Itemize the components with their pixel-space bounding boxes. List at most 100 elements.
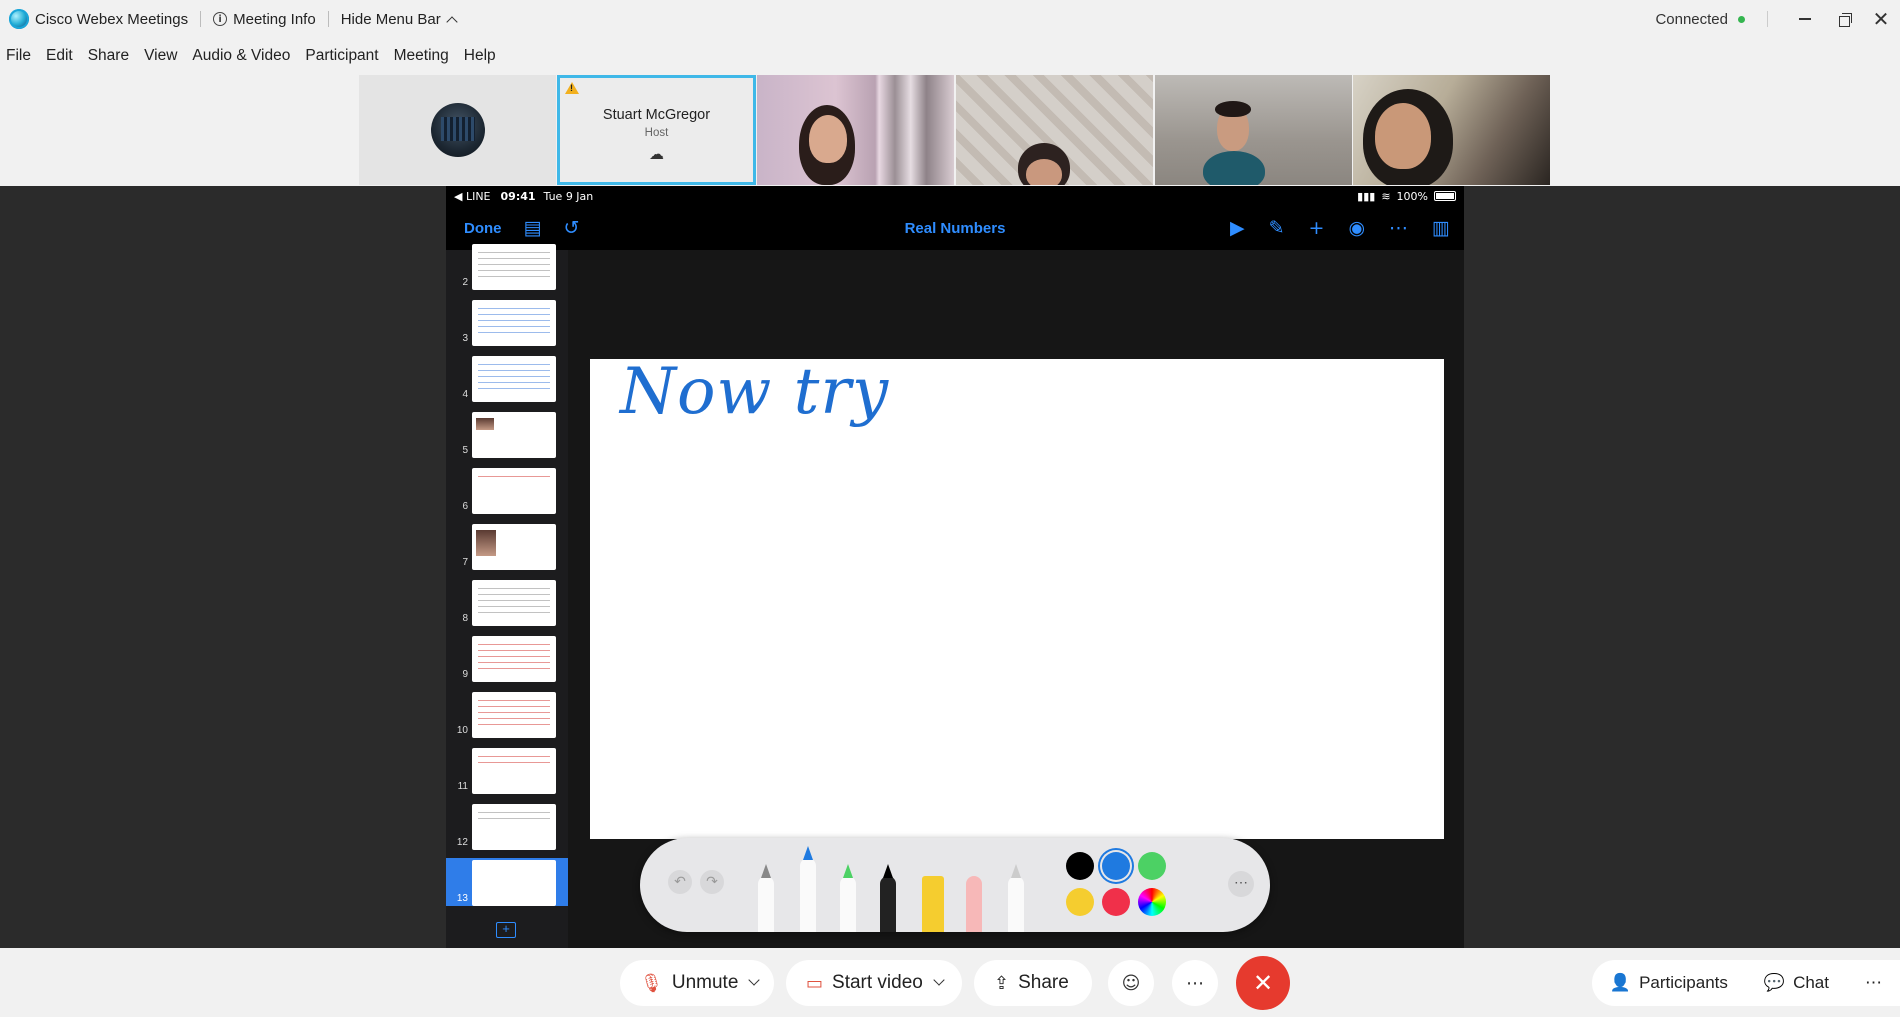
menu-audio-video[interactable]: Audio & Video xyxy=(192,47,290,65)
menu-bar: File Edit Share View Audio & Video Parti… xyxy=(0,38,1900,74)
menu-meeting[interactable]: Meeting xyxy=(394,47,449,65)
slide-thumbnail[interactable]: 12 xyxy=(446,802,568,850)
sidebar-toggle-icon[interactable]: ▤ xyxy=(524,217,542,239)
slide-content xyxy=(478,588,550,614)
more-panels-button[interactable]: ⋯ xyxy=(1847,960,1900,1006)
chevron-down-icon[interactable] xyxy=(933,974,945,986)
minimize-button[interactable] xyxy=(1786,0,1824,38)
hide-menu-bar-button[interactable]: Hide Menu Bar xyxy=(340,10,458,28)
more-icon: ⋯ xyxy=(1186,972,1204,994)
ipad-toolbar: Done ▤ ↺ Real Numbers ▶ ✎ + ◉ ⋯ ▥ xyxy=(446,206,1464,250)
slide-content xyxy=(478,476,550,482)
share-button[interactable]: ⇪ Share xyxy=(974,960,1092,1006)
menu-view[interactable]: View xyxy=(144,47,177,65)
slide-number: 6 xyxy=(462,501,468,512)
participant-video-3[interactable] xyxy=(1155,75,1352,185)
undo-icon[interactable]: ↶ xyxy=(668,870,692,894)
person-icon: 👤 xyxy=(1609,973,1632,993)
participant-video-2[interactable] xyxy=(956,75,1153,185)
fountain-pen-tool-icon[interactable] xyxy=(880,864,896,932)
color-black-swatch[interactable] xyxy=(1066,852,1094,880)
more-options-button[interactable]: ⋯ xyxy=(1172,960,1218,1006)
color-red-swatch[interactable] xyxy=(1102,888,1130,916)
format-brush-icon[interactable]: ✎ xyxy=(1269,217,1285,239)
pencil-tool-icon[interactable] xyxy=(758,864,774,932)
menu-help[interactable]: Help xyxy=(464,47,496,65)
lasso-tool-icon[interactable] xyxy=(1008,864,1024,932)
slide-thumbnail[interactable]: 4 xyxy=(446,354,568,402)
more-options-icon[interactable]: ⋯ xyxy=(1228,871,1254,897)
warning-icon xyxy=(565,82,579,94)
participant-video-4[interactable] xyxy=(1353,75,1550,185)
color-picker-swatch[interactable] xyxy=(1138,888,1166,916)
slide-thumbnail[interactable]: 8 xyxy=(446,578,568,626)
redo-icon[interactable]: ↷ xyxy=(700,870,724,894)
marker-tool-icon[interactable] xyxy=(840,864,856,932)
slide-preview xyxy=(472,692,556,738)
chevron-down-icon[interactable] xyxy=(748,974,761,986)
restore-button[interactable] xyxy=(1824,0,1862,38)
add-slide-button[interactable]: + xyxy=(496,922,516,938)
slide-thumbnail[interactable]: 7 xyxy=(446,522,568,570)
emoji-icon: ☺ xyxy=(1121,972,1141,994)
meeting-info-button[interactable]: i Meeting Info xyxy=(213,11,316,28)
slide-thumbnail-selected[interactable]: 13 xyxy=(446,858,568,906)
tool-tip xyxy=(883,864,893,878)
menu-share[interactable]: Share xyxy=(88,47,129,65)
slide-content xyxy=(478,644,550,670)
slide-thumbnail[interactable]: 5 xyxy=(446,410,568,458)
slide-preview xyxy=(472,300,556,346)
slide-thumbnail[interactable]: 6 xyxy=(446,466,568,514)
cloud-icon: ☁ xyxy=(649,145,664,163)
slide-number: 2 xyxy=(462,277,468,288)
chat-label: Chat xyxy=(1793,973,1829,992)
document-icon[interactable]: ▥ xyxy=(1432,217,1450,239)
more-icon[interactable]: ⋯ xyxy=(1389,217,1408,239)
highlighter-tool-icon[interactable] xyxy=(922,876,944,932)
eraser-tool-icon[interactable] xyxy=(966,876,982,932)
leave-meeting-button[interactable]: ✕ xyxy=(1236,956,1290,1010)
app-name: Cisco Webex Meetings xyxy=(35,10,189,28)
participants-button[interactable]: 👤 Participants xyxy=(1591,960,1746,1006)
start-video-button[interactable]: ▭ Start video xyxy=(786,960,962,1006)
status-date: Tue 9 Jan xyxy=(543,189,594,203)
separator xyxy=(1767,11,1768,27)
collaborate-icon[interactable]: ◉ xyxy=(1348,217,1365,239)
pen-tool-icon[interactable] xyxy=(800,846,816,932)
slide-preview xyxy=(472,524,556,570)
color-green-swatch[interactable] xyxy=(1138,852,1166,880)
unmute-button[interactable]: 🎙 Unmute xyxy=(620,960,774,1006)
participant-tile-host[interactable]: Stuart McGregor Host ☁ xyxy=(557,75,756,185)
slide-preview xyxy=(472,412,556,458)
participant-face xyxy=(1375,103,1431,169)
slide-thumbnail[interactable]: 2 xyxy=(446,242,568,290)
wifi-icon: ≋ xyxy=(1381,189,1391,203)
menu-edit[interactable]: Edit xyxy=(46,47,73,65)
add-icon[interactable]: + xyxy=(1309,217,1325,239)
done-button[interactable]: Done xyxy=(464,220,502,237)
signal-icon: ▮▮▮ xyxy=(1357,189,1376,203)
menu-participant[interactable]: Participant xyxy=(305,47,378,65)
participant-figure xyxy=(1203,151,1265,185)
participant-video-1[interactable] xyxy=(757,75,954,185)
menu-file[interactable]: File xyxy=(6,47,31,65)
slide-thumbnail[interactable]: 10 xyxy=(446,690,568,738)
play-icon[interactable]: ▶ xyxy=(1230,217,1245,239)
markup-toolbar: ↶ ↷ ⋯ xyxy=(640,838,1270,932)
slide-thumbnail[interactable]: 9 xyxy=(446,634,568,682)
slide-canvas[interactable]: Now try xyxy=(590,355,1444,839)
slide-number: 11 xyxy=(457,781,468,792)
participant-tile-self[interactable] xyxy=(359,75,556,185)
slide-thumbnail[interactable]: 3 xyxy=(446,298,568,346)
color-blue-swatch[interactable] xyxy=(1102,852,1130,880)
undo-history-icon[interactable]: ↺ xyxy=(563,217,579,239)
slide-thumbnail[interactable]: 11 xyxy=(446,746,568,794)
chat-icon: 💬 xyxy=(1763,973,1786,993)
hide-menu-bar-label: Hide Menu Bar xyxy=(340,10,441,28)
connection-status: Connected xyxy=(1655,10,1728,28)
close-window-button[interactable]: ✕ xyxy=(1862,0,1900,38)
color-yellow-swatch[interactable] xyxy=(1066,888,1094,916)
slide-content xyxy=(478,308,550,334)
reactions-button[interactable]: ☺ xyxy=(1108,960,1154,1006)
chat-button[interactable]: 💬 Chat xyxy=(1745,960,1847,1006)
